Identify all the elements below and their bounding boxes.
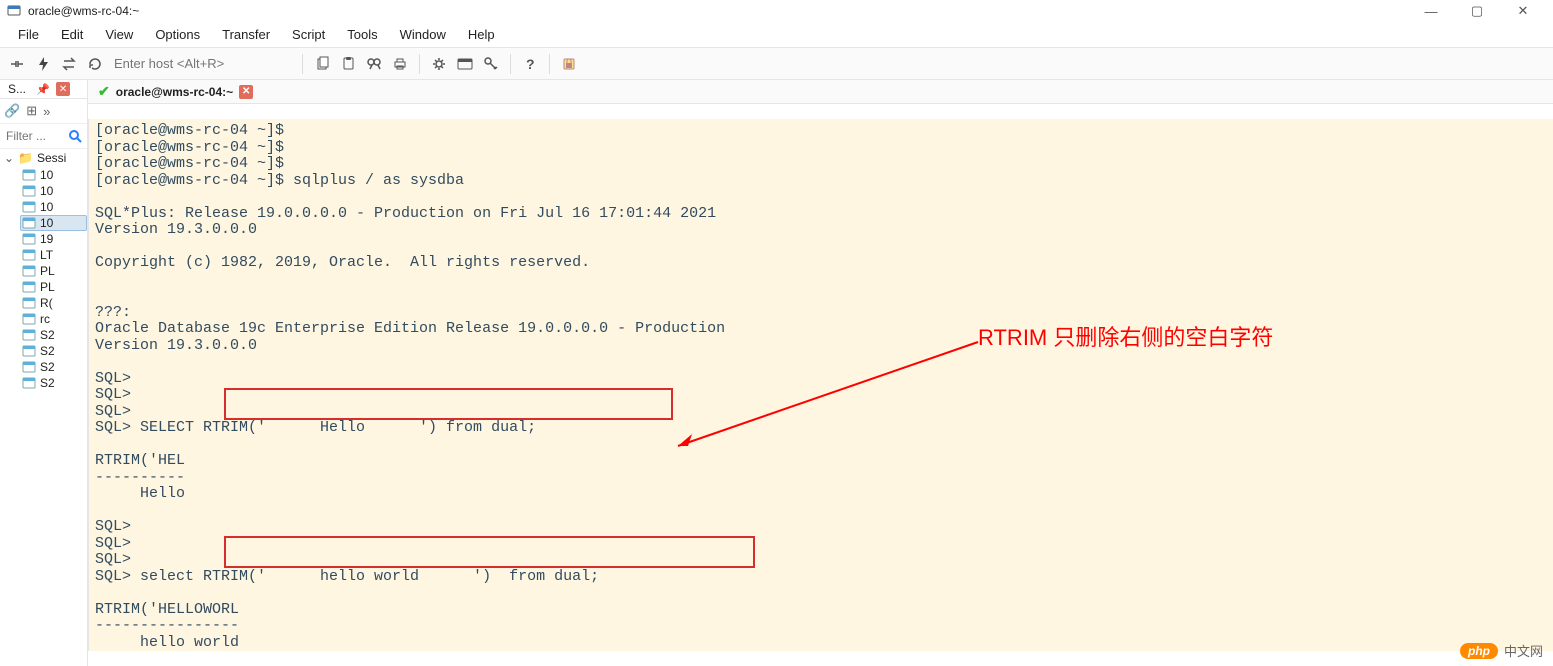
print-icon[interactable]: [389, 53, 411, 75]
folder-icon: 📁: [18, 151, 33, 165]
close-button[interactable]: ✕: [1509, 2, 1537, 20]
session-file-icon: [22, 344, 36, 358]
session-item-label: PL: [40, 280, 55, 294]
new-session-icon[interactable]: ⊞: [26, 103, 37, 119]
session-file-icon: [22, 216, 36, 230]
window-titlebar: oracle@wms-rc-04:~ — ▢ ✕: [0, 0, 1553, 22]
session-item[interactable]: LT: [20, 247, 87, 263]
session-item[interactable]: rc: [20, 311, 87, 327]
paste-icon[interactable]: [337, 53, 359, 75]
close-panel-icon[interactable]: ✕: [56, 82, 70, 96]
svg-text:?: ?: [526, 56, 535, 72]
session-item[interactable]: 10: [20, 215, 87, 231]
session-file-icon: [22, 184, 36, 198]
help-icon[interactable]: ?: [519, 53, 541, 75]
toolbar: ?: [0, 48, 1553, 80]
session-file-icon: [22, 296, 36, 310]
menu-tools[interactable]: Tools: [337, 25, 387, 44]
host-input[interactable]: [110, 53, 294, 75]
session-file-icon: [22, 328, 36, 342]
filter-input[interactable]: [4, 128, 67, 144]
session-item[interactable]: PL: [20, 263, 87, 279]
menu-window[interactable]: Window: [390, 25, 456, 44]
session-file-icon: [22, 280, 36, 294]
session-item-label: R(: [40, 296, 53, 310]
minimize-button[interactable]: —: [1417, 2, 1445, 20]
session-item-label: 10: [40, 216, 53, 230]
tab-close-icon[interactable]: ✕: [239, 85, 253, 99]
watermark: php 中文网: [1460, 641, 1543, 660]
tree-root[interactable]: ⌄ 📁 Sessi: [0, 149, 87, 167]
quick-connect-icon[interactable]: [32, 53, 54, 75]
menu-file[interactable]: File: [8, 25, 49, 44]
sessions-panel-tab[interactable]: S...: [4, 82, 30, 96]
menubar: File Edit View Options Transfer Script T…: [0, 22, 1553, 48]
session-item[interactable]: 19: [20, 231, 87, 247]
menu-help[interactable]: Help: [458, 25, 505, 44]
menu-options[interactable]: Options: [145, 25, 210, 44]
session-file-icon: [22, 360, 36, 374]
connect-icon[interactable]: [6, 53, 28, 75]
link-icon[interactable]: 🔗: [4, 103, 20, 119]
session-file-icon: [22, 200, 36, 214]
key-icon[interactable]: [480, 53, 502, 75]
session-file-icon: [22, 264, 36, 278]
more-icon[interactable]: »: [43, 104, 50, 119]
annotation-text: RTRIM 只删除右侧的空白字符: [978, 320, 1273, 352]
session-tree: ⌄ 📁 Sessi 10 10 10 10 19 LT PL PL R( rc S2 S2 S2 S2: [0, 149, 87, 391]
session-item-label: 19: [40, 232, 53, 246]
session-item[interactable]: R(: [20, 295, 87, 311]
terminal-output[interactable]: [oracle@wms-rc-04 ~]$ [oracle@wms-rc-04 …: [88, 119, 1553, 651]
session-item-label: 10: [40, 168, 53, 182]
session-item-label: S2: [40, 360, 55, 374]
session-item[interactable]: S2: [20, 327, 87, 343]
app-icon: [6, 3, 22, 19]
session-item-label: S2: [40, 328, 55, 342]
window-controls: — ▢ ✕: [1417, 2, 1547, 20]
session-item[interactable]: 10: [20, 199, 87, 215]
session-item[interactable]: S2: [20, 375, 87, 391]
session-file-icon: [22, 168, 36, 182]
menu-edit[interactable]: Edit: [51, 25, 93, 44]
settings-icon[interactable]: [428, 53, 450, 75]
session-item[interactable]: PL: [20, 279, 87, 295]
tree-root-label: Sessi: [37, 151, 66, 165]
session-item-label: 10: [40, 200, 53, 214]
session-file-icon: [22, 312, 36, 326]
lock-icon[interactable]: [558, 53, 580, 75]
find-icon[interactable]: [363, 53, 385, 75]
reconnect-icon[interactable]: [58, 53, 80, 75]
session-item-label: S2: [40, 344, 55, 358]
session-item[interactable]: 10: [20, 167, 87, 183]
search-icon[interactable]: [67, 128, 83, 144]
watermark-badge: php: [1460, 643, 1498, 659]
session-item[interactable]: S2: [20, 359, 87, 375]
connected-icon: ✔: [98, 83, 110, 100]
session-item-label: PL: [40, 264, 55, 278]
session-item[interactable]: 10: [20, 183, 87, 199]
session-file-icon: [22, 376, 36, 390]
session-item-label: 10: [40, 184, 53, 198]
session-item-label: S2: [40, 376, 55, 390]
refresh-icon[interactable]: [84, 53, 106, 75]
menu-transfer[interactable]: Transfer: [212, 25, 280, 44]
copy-icon[interactable]: [311, 53, 333, 75]
chevron-down-icon[interactable]: ⌄: [4, 151, 14, 165]
session-options-icon[interactable]: [454, 53, 476, 75]
sidebar: S... 📌 ✕ 🔗 ⊞ » ⌄ 📁 Sessi 10 10 10 10 19 LT PL P…: [0, 80, 88, 666]
window-title: oracle@wms-rc-04:~: [28, 4, 139, 18]
terminal-tab[interactable]: ✔ oracle@wms-rc-04:~ ✕: [92, 83, 259, 100]
session-file-icon: [22, 248, 36, 262]
maximize-button[interactable]: ▢: [1463, 2, 1491, 20]
terminal-tabbar: ✔ oracle@wms-rc-04:~ ✕: [88, 80, 1553, 104]
watermark-text: 中文网: [1504, 641, 1543, 660]
session-file-icon: [22, 232, 36, 246]
menu-script[interactable]: Script: [282, 25, 335, 44]
session-item-label: rc: [40, 312, 50, 326]
pin-icon[interactable]: 📌: [36, 82, 50, 96]
menu-view[interactable]: View: [95, 25, 143, 44]
session-item[interactable]: S2: [20, 343, 87, 359]
session-item-label: LT: [40, 248, 53, 262]
terminal-tab-title: oracle@wms-rc-04:~: [116, 85, 233, 99]
